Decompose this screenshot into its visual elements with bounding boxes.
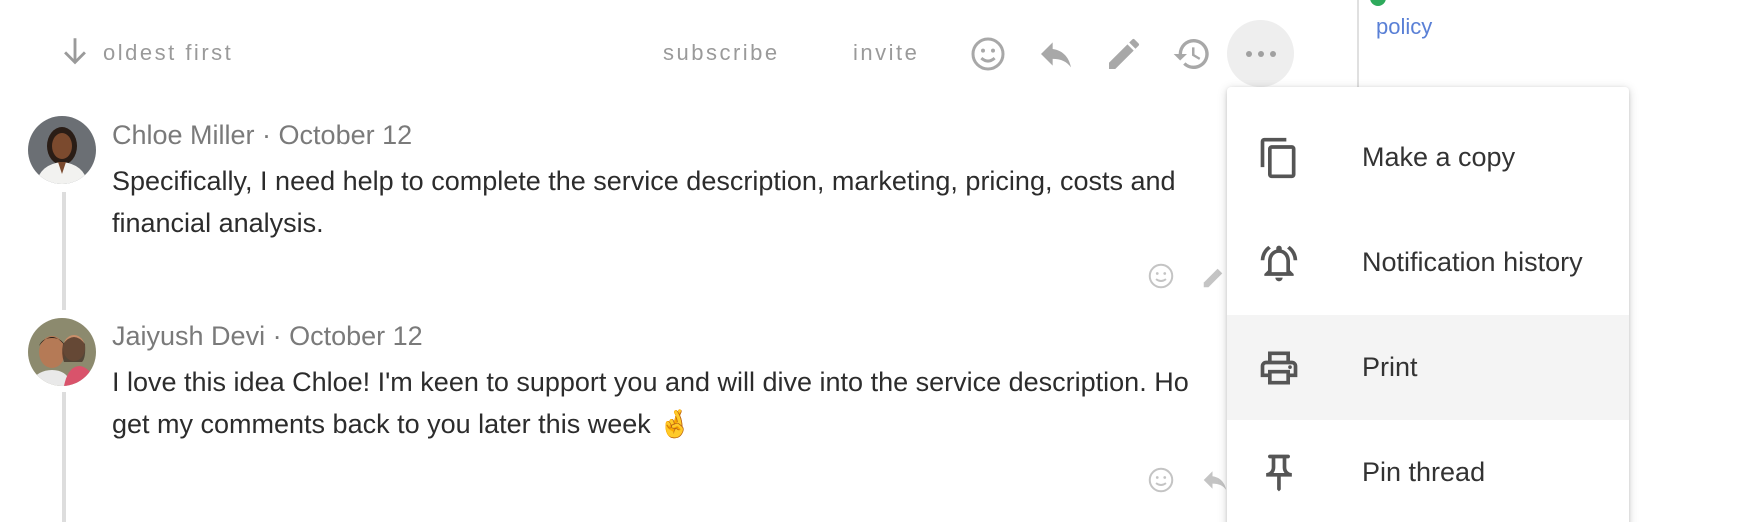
menu-item-make-copy[interactable]: Make a copy [1227,105,1629,210]
arrow-down-icon [58,34,92,68]
policy-link[interactable]: policy [1376,14,1432,40]
pencil-icon[interactable] [1104,34,1144,74]
smiley-icon[interactable] [968,34,1008,74]
menu-item-label: Pin thread [1362,457,1486,487]
menu-item-label: Notification history [1362,247,1583,277]
options-menu: Make a copy Notification history Print P… [1227,87,1629,522]
comment-author[interactable]: Jaiyush Devi [112,321,265,351]
comment-date: October 12 [289,321,423,351]
sort-label: oldest first [103,40,234,65]
more-options-button[interactable] [1227,20,1294,87]
printer-icon [1257,346,1301,390]
menu-item-pin-thread[interactable]: Pin thread [1227,420,1629,522]
menu-item-label: Make a copy [1362,142,1516,172]
separator: · [254,120,279,150]
comment-header: Jaiyush Devi · October 12 [112,321,423,352]
menu-item-notification-history[interactable]: Notification history [1227,210,1629,315]
menu-item-print[interactable]: Print [1227,315,1629,420]
bell-ringing-icon [1257,241,1301,285]
menu-item-label: Print [1362,352,1418,382]
reply-icon[interactable] [1036,34,1076,74]
separator: · [265,321,290,351]
edit-pencil-icon[interactable] [1200,261,1230,291]
history-icon[interactable] [1172,34,1212,74]
comment-author[interactable]: Chloe Miller [112,120,255,150]
comment-body: Specifically, I need help to complete th… [112,166,1176,238]
thread-line [62,192,66,310]
more-icon [1245,50,1252,57]
reply-small-icon[interactable] [1200,465,1230,495]
comment-header: Chloe Miller · October 12 [112,120,412,151]
react-smiley-icon[interactable] [1146,465,1176,495]
sort-toggle[interactable]: oldest first [58,32,258,72]
comment-date: October 12 [278,120,413,150]
react-smiley-icon[interactable] [1146,261,1176,291]
thread-line [62,392,66,522]
invite-button[interactable]: invite [853,40,919,66]
pin-icon [1257,451,1301,495]
avatar-chloe[interactable] [28,116,96,184]
subscribe-button[interactable]: subscribe [663,40,780,66]
comment-body: I love this idea Chloe! I'm keen to supp… [112,367,1189,439]
copy-icon [1257,136,1301,180]
avatar-jaiyush[interactable] [28,318,96,386]
